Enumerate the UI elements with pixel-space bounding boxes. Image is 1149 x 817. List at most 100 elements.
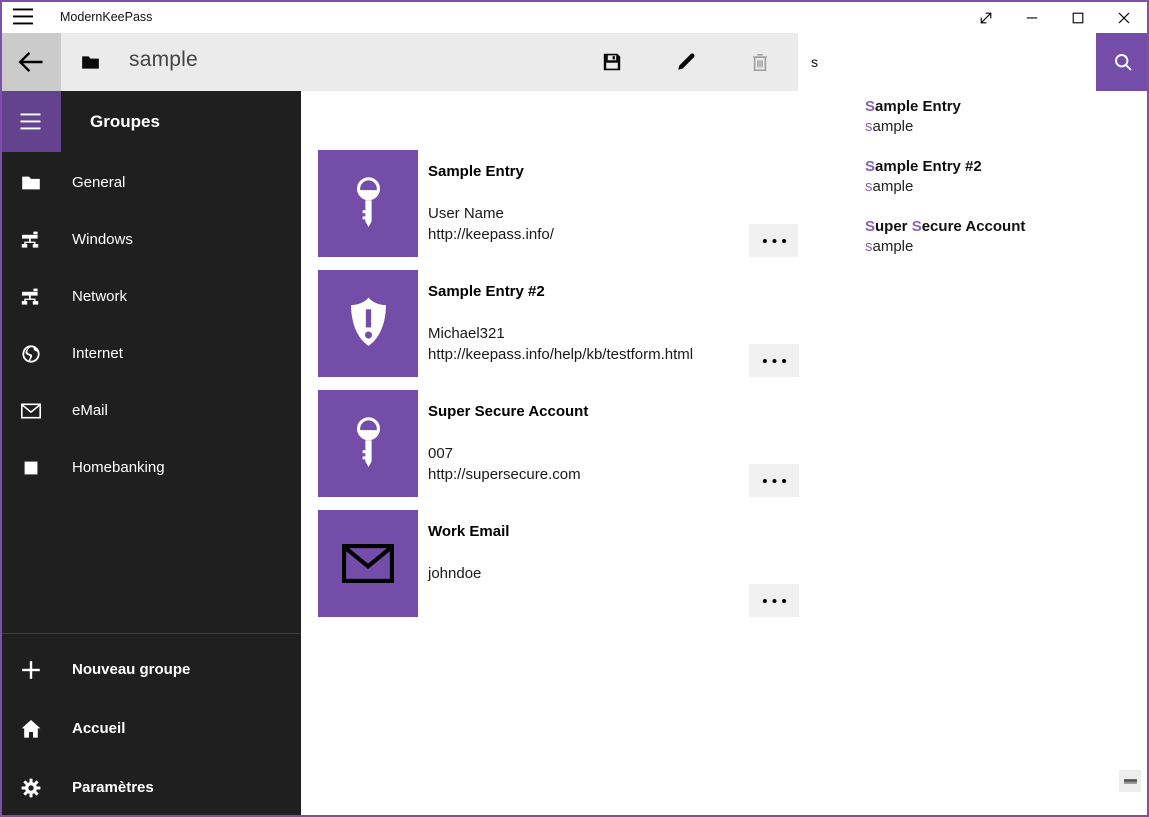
network-icon — [21, 230, 41, 250]
search-result-subtitle: sample — [865, 237, 1147, 257]
entry-row[interactable]: Sample Entry #2 Michael321http://keepass… — [318, 270, 799, 377]
search-result[interactable]: Super Secure Account sample — [865, 217, 1147, 277]
entry-title: Sample Entry — [428, 163, 524, 180]
title-bar: ModernKeePass — [0, 0, 1149, 33]
entry-details: User Namehttp://keepass.info/ — [428, 203, 554, 245]
sidebar-item-label: Internet — [72, 345, 123, 362]
groups-heading: Groupes — [90, 91, 160, 152]
window-border — [0, 0, 1149, 2]
expand-icon — [978, 10, 994, 26]
match-highlight: S — [865, 98, 875, 115]
entry-tile — [318, 270, 418, 377]
search-result[interactable]: Sample Entry sample — [865, 97, 1147, 157]
entry-tile — [318, 390, 418, 497]
entry-row[interactable]: Sample Entry User Namehttp://keepass.inf… — [318, 150, 799, 257]
ellipsis-icon — [762, 358, 787, 364]
hamburger-button[interactable] — [0, 91, 61, 152]
entry-details: 007http://supersecure.com — [428, 443, 581, 485]
match-highlight: S — [912, 218, 922, 235]
globe-icon — [21, 344, 41, 364]
magnifier-icon — [1113, 52, 1133, 72]
square-icon — [21, 458, 41, 478]
entry-more-button[interactable] — [749, 584, 799, 617]
delete-button[interactable] — [736, 38, 784, 86]
entry-detail-line: http://supersecure.com — [428, 464, 581, 485]
search-result-title: Sample Entry #2 — [865, 157, 1147, 177]
entry-more-button[interactable] — [749, 224, 799, 257]
shield-exclamation-icon — [345, 296, 392, 351]
edit-button[interactable] — [662, 38, 710, 86]
key-icon — [350, 415, 387, 472]
sidebar-item-internet[interactable]: Internet — [0, 325, 301, 382]
plus-icon — [21, 660, 41, 680]
entry-details: johndoe — [428, 563, 481, 584]
window-border — [0, 0, 2, 817]
back-button[interactable] — [0, 33, 61, 91]
sidebar-divider — [0, 633, 301, 634]
search-result-subtitle: sample — [865, 117, 1147, 137]
entry-detail-line: 007 — [428, 443, 581, 464]
envelope-icon — [21, 401, 41, 421]
match-highlight: S — [865, 218, 875, 235]
search-input[interactable] — [798, 33, 1096, 91]
result-text: ample — [873, 178, 914, 195]
result-text: ecure Account — [922, 218, 1026, 235]
sidebar-item-accueil[interactable]: Accueil — [0, 699, 301, 758]
command-bar: sample — [0, 33, 1149, 91]
entry-row[interactable]: Work Email johndoe — [318, 510, 799, 617]
database-title: sample — [129, 48, 198, 72]
sidebar-groups: General Windows Network Internet eMail H… — [0, 154, 301, 496]
folder-icon — [21, 173, 41, 193]
search-result-subtitle: sample — [865, 177, 1147, 197]
sidebar-item-label: Nouveau groupe — [72, 661, 190, 678]
entry-detail-line: johndoe — [428, 563, 481, 584]
sidebar-item-label: eMail — [72, 402, 108, 419]
entry-more-button[interactable] — [749, 344, 799, 377]
sidebar-item-nouveau-groupe[interactable]: Nouveau groupe — [0, 640, 301, 699]
save-button[interactable] — [588, 38, 636, 86]
sidebar-item-homebanking[interactable]: Homebanking — [0, 439, 301, 496]
result-text: ample — [873, 238, 914, 255]
sidebar-item-label: Accueil — [72, 720, 125, 737]
search-result-title: Sample Entry — [865, 97, 1147, 117]
close-icon — [1116, 10, 1132, 26]
zoom-out-button[interactable] — [1119, 770, 1141, 792]
entry-details: Michael321http://keepass.info/help/kb/te… — [428, 323, 693, 365]
maximize-icon — [1070, 10, 1086, 26]
maximize-button[interactable] — [1055, 2, 1101, 33]
sidebar-item-general[interactable]: General — [0, 154, 301, 211]
result-text: ample Entry #2 — [875, 158, 982, 175]
caption-buttons — [963, 2, 1147, 33]
result-text: uper — [875, 218, 912, 235]
trash-icon — [750, 52, 770, 72]
entry-title: Work Email — [428, 523, 509, 540]
search-result[interactable]: Sample Entry #2 sample — [865, 157, 1147, 217]
sidebar-item-paramètres[interactable]: Paramètres — [0, 758, 301, 817]
home-icon — [21, 719, 41, 739]
search-button[interactable] — [1096, 33, 1149, 91]
minimize-button[interactable] — [1009, 2, 1055, 33]
sidebar-item-windows[interactable]: Windows — [0, 211, 301, 268]
entry-more-button[interactable] — [749, 464, 799, 497]
entry-detail-line: User Name — [428, 203, 554, 224]
match-highlight: s — [865, 238, 873, 255]
sidebar-item-email[interactable]: eMail — [0, 382, 301, 439]
entry-title: Sample Entry #2 — [428, 283, 545, 300]
sidebar-item-label: General — [72, 174, 125, 191]
entry-tile — [318, 150, 418, 257]
back-arrow-icon — [18, 49, 44, 75]
search-box — [798, 33, 1096, 91]
ellipsis-icon — [762, 478, 787, 484]
search-result-title: Super Secure Account — [865, 217, 1147, 237]
sidebar-item-network[interactable]: Network — [0, 268, 301, 325]
entry-title: Super Secure Account — [428, 403, 588, 420]
dash-icon — [1124, 779, 1137, 784]
sidebar-item-label: Windows — [72, 231, 133, 248]
expand-button[interactable] — [963, 2, 1009, 33]
result-text: ample — [873, 118, 914, 135]
ellipsis-icon — [762, 598, 787, 604]
hamburger-icon[interactable] — [13, 8, 33, 25]
match-highlight: S — [865, 158, 875, 175]
entry-row[interactable]: Super Secure Account 007http://supersecu… — [318, 390, 799, 497]
close-button[interactable] — [1101, 2, 1147, 33]
